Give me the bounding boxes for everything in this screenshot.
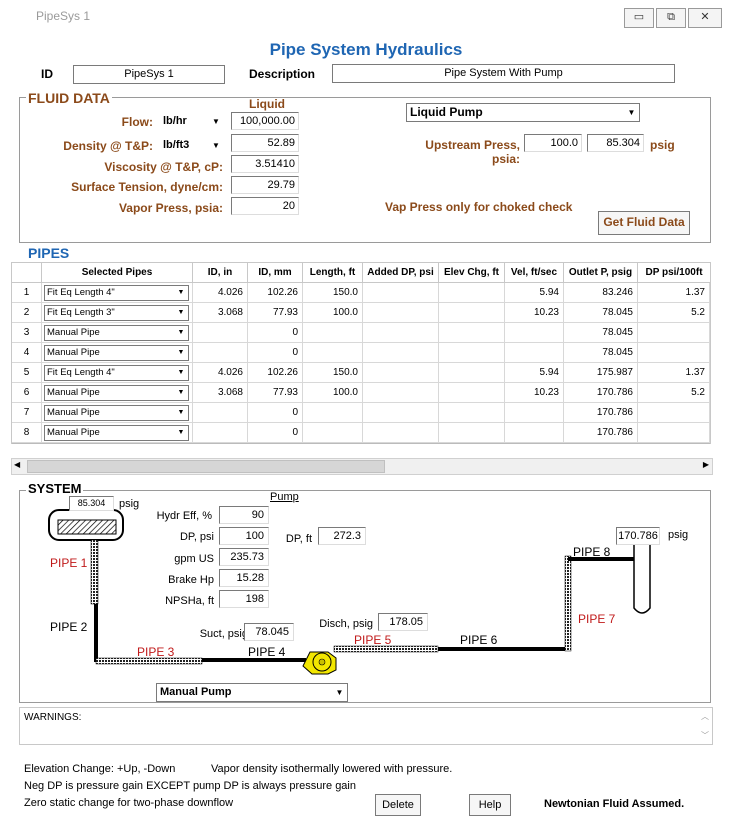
tank-psig-unit: psig	[119, 498, 140, 510]
dp-ft-input[interactable]: 272.3	[318, 527, 366, 545]
pipe-2-label: PIPE 2	[50, 620, 88, 634]
suct-label: Suct, psig	[199, 628, 248, 640]
pipe-1-label: PIPE 1	[50, 556, 88, 570]
vapor-density-note: Vapor density isothermally lowered with …	[211, 763, 453, 775]
pipe-2-segment	[94, 604, 98, 662]
gpm-label: gpm US	[174, 553, 214, 565]
tank-icon	[48, 509, 124, 541]
suct-input[interactable]: 78.045	[244, 623, 294, 641]
pump-title: Pump	[270, 491, 299, 503]
pipe-5-label: PIPE 5	[354, 633, 392, 647]
warnings-label: WARNINGS:	[24, 712, 82, 723]
brake-hp-label: Brake Hp	[168, 574, 214, 586]
hydr-eff-label: Hydr Eff, %	[156, 510, 212, 522]
zero-static-note: Zero static change for two-phase downflo…	[24, 797, 234, 809]
pipe-7-segment	[564, 555, 572, 652]
outlet-psig-unit: psig	[668, 529, 689, 541]
pipe-1-segment	[90, 539, 99, 605]
chevron-down-icon: ▼	[335, 688, 344, 697]
pipe-4-label: PIPE 4	[248, 645, 286, 659]
dp-ft-label: DP, ft	[285, 533, 312, 545]
outlet-press-input[interactable]: 170.786	[616, 527, 660, 545]
warnings-box[interactable]: WARNINGS: ︿ ﹀	[19, 707, 713, 745]
pipe-3-label: PIPE 3	[137, 645, 175, 659]
hydr-eff-input[interactable]: 90	[219, 506, 269, 524]
scroll-down-icon[interactable]: ﹀	[701, 730, 709, 741]
npsha-input[interactable]: 198	[219, 590, 269, 608]
delete-button[interactable]: Delete	[375, 794, 421, 816]
pump-type-select[interactable]: Manual Pump ▼	[156, 683, 348, 702]
pipe-8-label: PIPE 8	[573, 545, 611, 559]
brake-hp-input[interactable]: 15.28	[219, 569, 269, 587]
pipe-6-segment	[438, 647, 565, 651]
tank-press-input[interactable]: 85.304	[69, 496, 114, 511]
neg-dp-note: Neg DP is pressure gain EXCEPT pump DP i…	[24, 780, 356, 792]
newtonian-note: Newtonian Fluid Assumed.	[544, 798, 685, 810]
pump-icon	[302, 651, 337, 675]
disch-input[interactable]: 178.05	[378, 613, 428, 631]
elevation-note: Elevation Change: +Up, -Down	[24, 763, 176, 775]
npsha-label: NPSHa, ft	[165, 595, 214, 607]
outlet-vessel-icon	[633, 545, 651, 614]
help-button[interactable]: Help	[469, 794, 511, 816]
dp-psi-label: DP, psi	[179, 531, 214, 543]
dp-psi-input[interactable]: 100	[219, 527, 269, 545]
pipe-7-label: PIPE 7	[578, 612, 616, 626]
pipe-6-label: PIPE 6	[460, 633, 498, 647]
disch-label: Disch, psig	[319, 618, 373, 630]
pump-type-value: Manual Pump	[160, 686, 232, 698]
gpm-input[interactable]: 235.73	[219, 548, 269, 566]
scroll-up-icon[interactable]: ︿	[701, 711, 709, 722]
